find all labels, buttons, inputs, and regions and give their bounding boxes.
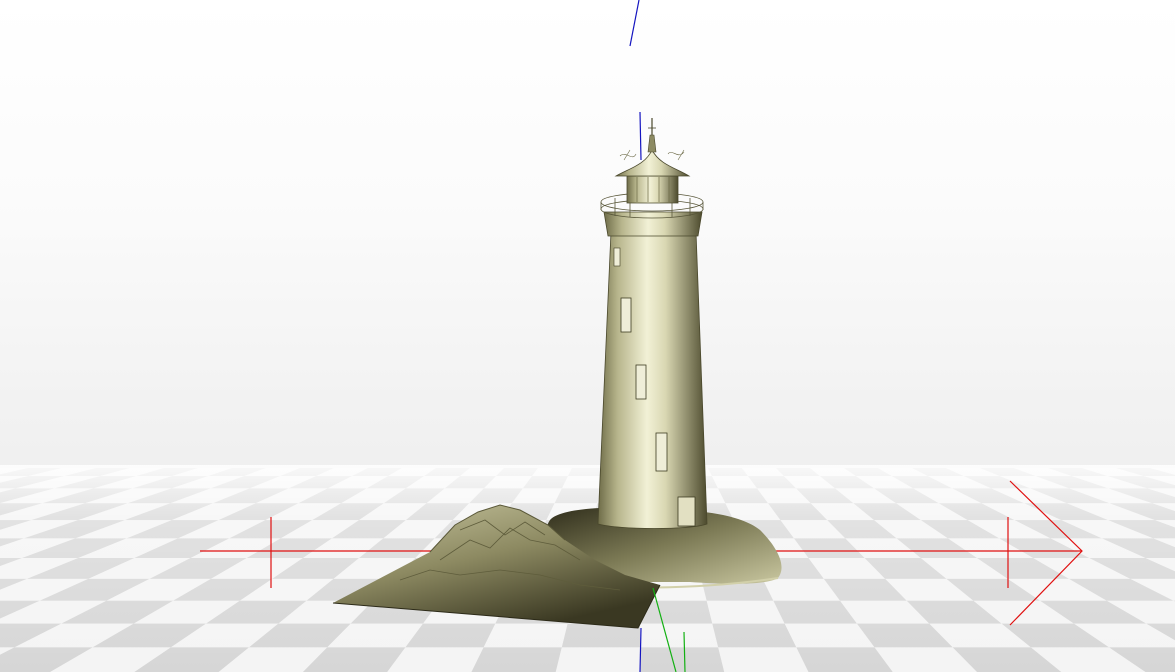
lighthouse-model — [597, 118, 708, 529]
window-1 — [620, 297, 632, 333]
3d-viewport[interactable] — [0, 0, 1175, 672]
door — [677, 496, 696, 527]
scene-canvas[interactable] — [0, 0, 1175, 672]
window-3 — [655, 432, 668, 472]
window-2 — [635, 364, 647, 400]
